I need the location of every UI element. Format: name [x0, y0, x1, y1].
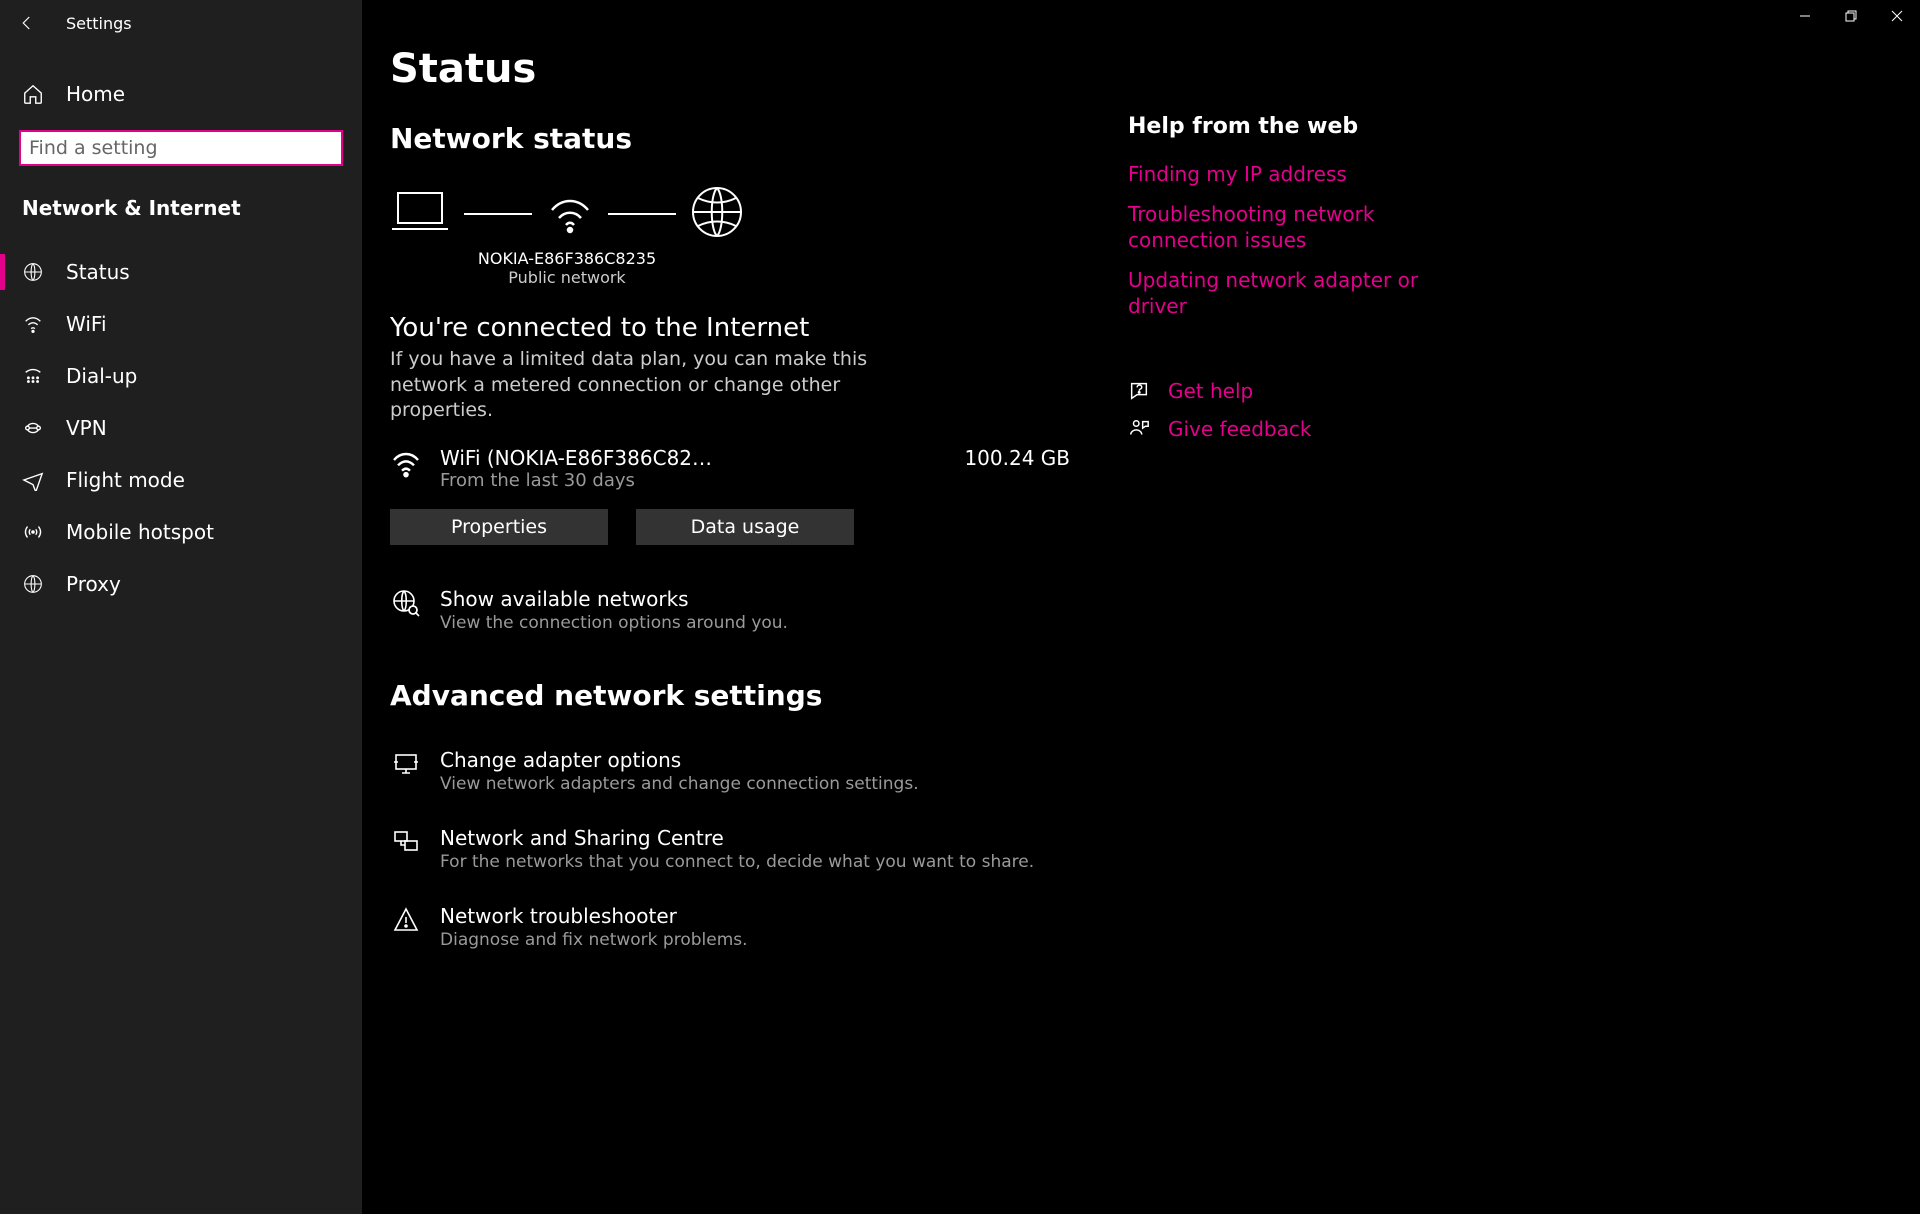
vpn-icon	[22, 417, 44, 439]
sharing-icon	[390, 826, 422, 856]
network-usage: 100.24 GB	[964, 446, 1080, 470]
back-icon[interactable]	[18, 14, 36, 32]
sidebar-item-label: WiFi	[66, 312, 107, 336]
sidebar-item-status[interactable]: Status	[0, 246, 362, 298]
help-link-troubleshoot[interactable]: Troubleshooting network connection issue…	[1128, 201, 1428, 253]
give-feedback-label: Give feedback	[1168, 417, 1311, 441]
get-help-link[interactable]: Get help	[1128, 379, 1428, 403]
titlebar-left: Settings	[0, 0, 362, 46]
network-row: WiFi (NOKIA-E86F386C82… From the last 30…	[390, 446, 1080, 491]
change-adapter-option[interactable]: Change adapter options View network adap…	[390, 748, 1080, 794]
show-networks-option[interactable]: Show available networks View the connect…	[390, 587, 1080, 633]
option-title: Network and Sharing Centre	[440, 826, 1034, 850]
sidebar-item-label: Status	[66, 260, 130, 284]
diagram-nettype: Public network	[390, 268, 744, 287]
sidebar-item-flightmode[interactable]: Flight mode	[0, 454, 362, 506]
globe-icon	[690, 185, 744, 243]
sidebar-item-vpn[interactable]: VPN	[0, 402, 362, 454]
sidebar-home-label: Home	[66, 82, 125, 106]
help-heading: Help from the web	[1128, 114, 1428, 139]
sidebar-item-wifi[interactable]: WiFi	[0, 298, 362, 350]
wifi-icon	[546, 188, 594, 240]
give-feedback-link[interactable]: Give feedback	[1128, 417, 1428, 441]
option-sub: View network adapters and change connect…	[440, 774, 919, 794]
network-status-heading: Network status	[390, 122, 1080, 155]
globe-search-icon	[390, 587, 422, 617]
search-box[interactable]	[19, 130, 343, 166]
help-icon	[1128, 380, 1150, 402]
proxy-icon	[22, 574, 44, 594]
minimize-button[interactable]	[1782, 0, 1828, 32]
warning-icon	[390, 904, 422, 934]
wifi-icon	[22, 313, 44, 335]
sidebar-home[interactable]: Home	[0, 70, 362, 118]
sidebar-category: Network & Internet	[0, 178, 362, 230]
option-sub: For the networks that you connect to, de…	[440, 852, 1034, 872]
troubleshooter-option[interactable]: Network troubleshooter Diagnose and fix …	[390, 904, 1080, 950]
close-button[interactable]	[1874, 0, 1920, 32]
advanced-heading: Advanced network settings	[390, 679, 1080, 712]
sidebar-item-label: Mobile hotspot	[66, 520, 214, 544]
option-title: Network troubleshooter	[440, 904, 748, 928]
diagram-ssid: NOKIA-E86F386C8235	[390, 249, 744, 268]
sidebar: Settings Home Network & Internet Stat	[0, 0, 362, 1214]
sharing-centre-option[interactable]: Network and Sharing Centre For the netwo…	[390, 826, 1080, 872]
sidebar-item-label: VPN	[66, 416, 107, 440]
get-help-label: Get help	[1168, 379, 1253, 403]
search-input[interactable]	[29, 137, 317, 159]
network-period: From the last 30 days	[440, 470, 946, 491]
airplane-icon	[22, 469, 44, 491]
datausage-button[interactable]: Data usage	[636, 509, 854, 545]
nav-list: Status WiFi Dial-up VPN	[0, 246, 362, 610]
connected-sub: If you have a limited data plan, you can…	[390, 347, 870, 424]
app-title: Settings	[66, 14, 132, 33]
option-title: Show available networks	[440, 587, 788, 611]
adapter-icon	[390, 748, 422, 778]
wifi-icon	[390, 446, 422, 480]
help-link-ip[interactable]: Finding my IP address	[1128, 161, 1428, 187]
sidebar-item-label: Flight mode	[66, 468, 185, 492]
main: Status Network status	[362, 0, 1920, 1214]
network-name: WiFi (NOKIA-E86F386C82…	[440, 446, 946, 470]
help-link-driver[interactable]: Updating network adapter or driver	[1128, 267, 1428, 319]
feedback-icon	[1128, 418, 1150, 440]
diagram-line	[464, 213, 532, 215]
dialup-icon	[22, 365, 44, 387]
connected-heading: You're connected to the Internet	[390, 313, 1080, 343]
sidebar-item-label: Dial-up	[66, 364, 137, 388]
home-icon	[22, 83, 44, 105]
sidebar-item-dialup[interactable]: Dial-up	[0, 350, 362, 402]
search-icon	[317, 140, 333, 156]
option-sub: View the connection options around you.	[440, 613, 788, 633]
diagram-line	[608, 213, 676, 215]
sidebar-item-proxy[interactable]: Proxy	[0, 558, 362, 610]
window-controls	[1782, 0, 1920, 32]
globe-icon	[22, 262, 44, 282]
page-title: Status	[390, 46, 1920, 92]
laptop-icon	[390, 189, 450, 239]
sidebar-item-hotspot[interactable]: Mobile hotspot	[0, 506, 362, 558]
hotspot-icon	[22, 521, 44, 543]
sidebar-item-label: Proxy	[66, 572, 121, 596]
option-title: Change adapter options	[440, 748, 919, 772]
network-diagram	[390, 185, 744, 243]
option-sub: Diagnose and fix network problems.	[440, 930, 748, 950]
properties-button[interactable]: Properties	[390, 509, 608, 545]
maximize-button[interactable]	[1828, 0, 1874, 32]
